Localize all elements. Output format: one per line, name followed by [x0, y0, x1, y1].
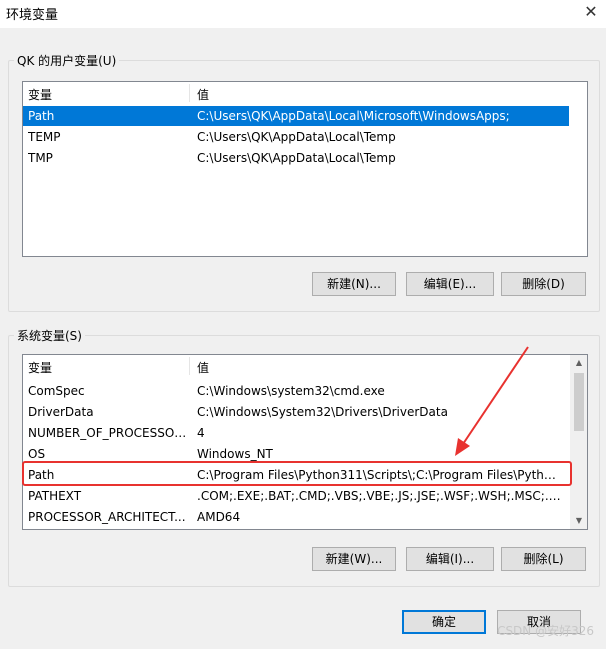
ok-button[interactable]: 确定 — [402, 610, 486, 634]
watermark: CSDN @安好326 — [497, 624, 594, 638]
system-new-button[interactable]: 新建(W)... — [312, 547, 396, 571]
system-edit-button[interactable]: 编辑(I)... — [406, 547, 494, 571]
system-delete-button[interactable]: 删除(L) — [501, 547, 586, 571]
